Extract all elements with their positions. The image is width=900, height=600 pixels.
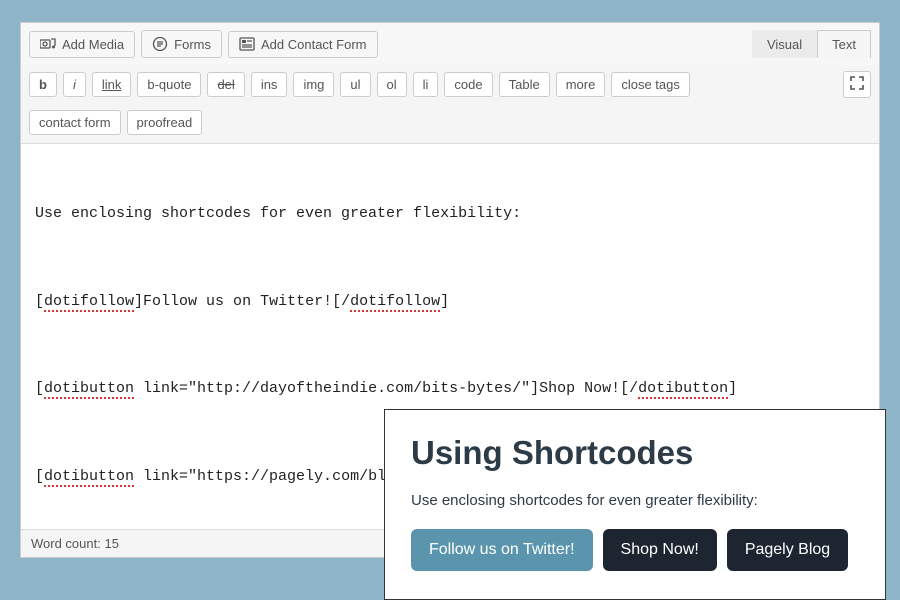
format-bquote-button[interactable]: b-quote xyxy=(137,72,201,97)
add-contact-form-button[interactable]: Add Contact Form xyxy=(228,31,378,58)
preview-title: Using Shortcodes xyxy=(411,434,859,472)
tab-visual[interactable]: Visual xyxy=(752,30,817,58)
add-contact-form-label: Add Contact Form xyxy=(261,37,367,52)
preview-panel: Using Shortcodes Use enclosing shortcode… xyxy=(384,409,886,600)
camera-music-icon xyxy=(40,37,56,51)
format-proofread-button[interactable]: proofread xyxy=(127,110,203,135)
format-img-button[interactable]: img xyxy=(293,72,334,97)
format-li-button[interactable]: li xyxy=(413,72,439,97)
format-more-button[interactable]: more xyxy=(556,72,606,97)
pagely-blog-button[interactable]: Pagely Blog xyxy=(727,529,848,571)
format-del-button[interactable]: del xyxy=(207,72,244,97)
format-bold-button[interactable]: b xyxy=(29,72,57,97)
content-line-3: [dotibutton link="http://dayoftheindie.c… xyxy=(35,378,865,401)
format-link-button[interactable]: link xyxy=(92,72,132,97)
format-table-button[interactable]: Table xyxy=(499,72,550,97)
format-code-button[interactable]: code xyxy=(444,72,492,97)
format-italic-button[interactable]: i xyxy=(63,72,86,97)
expand-icon xyxy=(850,78,864,93)
format-ol-button[interactable]: ol xyxy=(377,72,407,97)
add-media-label: Add Media xyxy=(62,37,124,52)
forms-icon xyxy=(152,36,168,52)
preview-buttons: Follow us on Twitter! Shop Now! Pagely B… xyxy=(411,529,859,571)
format-toolbar: b i link b-quote del ins img ul ol li co… xyxy=(21,65,879,144)
tab-text[interactable]: Text xyxy=(817,30,871,58)
word-count-label: Word count: 15 xyxy=(31,536,119,551)
content-line-2: [dotifollow]Follow us on Twitter![/dotif… xyxy=(35,291,865,314)
top-toolbar: Add Media Forms Add Contact Form Visual … xyxy=(21,23,879,65)
content-line-1: Use enclosing shortcodes for even greate… xyxy=(35,203,865,226)
format-ins-button[interactable]: ins xyxy=(251,72,288,97)
forms-label: Forms xyxy=(174,37,211,52)
preview-text: Use enclosing shortcodes for even greate… xyxy=(411,492,859,509)
follow-twitter-button[interactable]: Follow us on Twitter! xyxy=(411,529,593,571)
format-ul-button[interactable]: ul xyxy=(340,72,370,97)
editor-mode-tabs: Visual Text xyxy=(752,30,871,58)
fullscreen-button[interactable] xyxy=(843,71,871,98)
forms-button[interactable]: Forms xyxy=(141,30,222,58)
add-media-button[interactable]: Add Media xyxy=(29,31,135,58)
format-close-tags-button[interactable]: close tags xyxy=(611,72,690,97)
contact-form-icon xyxy=(239,37,255,51)
format-contact-form-button[interactable]: contact form xyxy=(29,110,121,135)
shop-now-button[interactable]: Shop Now! xyxy=(603,529,717,571)
